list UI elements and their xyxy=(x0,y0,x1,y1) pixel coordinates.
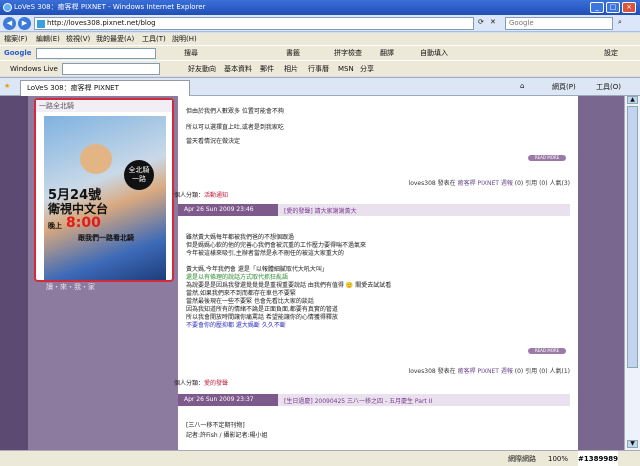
search-input[interactable]: Google xyxy=(505,17,613,30)
promo-image[interactable]: 全北騎 一路 5月24號 衛視中文台 晚上 8:00 跟我們一路看北騎 xyxy=(44,116,166,280)
promo-header: 一路全北騎 xyxy=(36,100,172,112)
watermark: #1389989 xyxy=(578,451,618,466)
promo-time: 8:00 xyxy=(66,215,101,231)
menu-bar: 檔案(F) 編輯(E) 檢視(V) 我的最愛(A) 工具(T) 說明(H) xyxy=(0,33,640,45)
zoom-level[interactable]: 100% xyxy=(548,451,568,466)
google-autofill-button[interactable]: 自動填入 xyxy=(420,46,448,61)
menu-favorites[interactable]: 我的最愛(A) xyxy=(96,33,134,45)
google-logo: Google xyxy=(4,49,32,57)
windows-live-search-input[interactable] xyxy=(62,63,160,75)
page-right-margin xyxy=(578,96,624,450)
google-settings-button[interactable]: 設定 xyxy=(604,46,618,61)
address-bar: ◀ ▶ http://loves308.pixnet.net/blog ⟳ ✕ … xyxy=(0,15,640,32)
post-1: 但由於我們人數眾多 位置可能會不夠 所以可以選擇直上吐,或者是到我家吃 當天看情… xyxy=(178,100,578,188)
post-3: loves308 發表在 癒客桿 PIXNET 週報 (0) 引用 (0) 人氣… xyxy=(174,364,578,450)
wl-friends-button[interactable]: 好友動向 xyxy=(188,61,216,77)
post-2-meta: loves308 發表在 癒客桿 PIXNET 週報 (0) 引用 (0) 人氣… xyxy=(408,368,570,375)
post-1-line: 所以可以選擇直上吐,或者是到我家吃 xyxy=(186,124,284,131)
minimize-button[interactable]: _ xyxy=(590,2,604,13)
search-icon[interactable]: ⌕ xyxy=(618,18,622,27)
maximize-button[interactable]: □ xyxy=(606,2,620,13)
tab-bar: ★ LoVeS 308：癒客桿 PIXNET ⌂ 網頁(P) 工具(O) xyxy=(0,77,640,96)
post-date: Apr 26 Sun 2009 23:37 xyxy=(184,396,254,403)
windows-live-toolbar: Windows Live 好友動向 基本資料 郵件 相片 行事曆 MSN 分享 xyxy=(0,60,640,76)
browser-window: LoVeS 308：癒客桿 PIXNET - Windows Internet … xyxy=(0,0,640,466)
url-field[interactable]: http://loves308.pixnet.net/blog xyxy=(34,17,474,30)
google-bookmarks-button[interactable]: 書籤 xyxy=(286,46,300,61)
wl-share-button[interactable]: 分享 xyxy=(360,61,374,77)
close-button[interactable]: × xyxy=(622,2,636,13)
page-content: 一路全北騎 全北騎 一路 5月24號 衛視中文台 晚上 8:00 跟我們一路看北… xyxy=(0,96,624,450)
wl-profile-button[interactable]: 基本資料 xyxy=(224,61,252,77)
post-1-line: 但由於我們人數眾多 位置可能會不夠 xyxy=(186,108,284,115)
tab-active[interactable]: LoVeS 308：癒客桿 PIXNET xyxy=(20,80,190,96)
wl-photos-button[interactable]: 相片 xyxy=(284,61,298,77)
promo-subtitle: 跟我們一路看北騎 xyxy=(78,234,134,242)
window-title: LoVeS 308：癒客桿 PIXNET - Windows Internet … xyxy=(14,3,206,11)
post-1-line: 當天看情況在做決定 xyxy=(186,138,241,145)
promo-badge: 全北騎 一路 xyxy=(124,160,154,190)
post-2-date-bar: Apr 26 Sun 2009 23:46 [愛的發聲] 請大家謝謝黃大 xyxy=(178,204,570,216)
post-2-line: 不要會你的壓抑都 還大媽斷 久久不斷 xyxy=(186,322,286,329)
post-3-line: 記者:許Fish / 攝影記者:楊小姐 xyxy=(186,432,268,439)
google-spellcheck-button[interactable]: 拼字檢查 xyxy=(334,46,362,61)
tools-menu[interactable]: 工具(O) xyxy=(596,82,621,92)
post-3-date-bar: Apr 26 Sun 2009 23:37 [生日過慶] 20090425 三八… xyxy=(178,394,570,406)
post-3-line: [三八一移不定期刊物] xyxy=(186,422,245,429)
read-more-button[interactable]: READ MORE xyxy=(528,155,566,161)
internet-zone: 網際網路 xyxy=(508,455,536,463)
page-menu[interactable]: 網頁(P) xyxy=(552,82,576,92)
read-more-button[interactable]: READ MORE xyxy=(528,348,566,354)
post-2-line: 今年被這樣來吸引,主辦者當然是永不刪任的被這大家重大的 xyxy=(186,250,344,257)
google-search-input[interactable] xyxy=(36,48,156,59)
wl-msn-button[interactable]: MSN xyxy=(338,61,354,77)
promo-face-graphic xyxy=(80,144,112,174)
stop-icon[interactable]: ✕ xyxy=(490,18,496,26)
home-icon[interactable]: ⌂ xyxy=(520,82,524,90)
google-search-button[interactable]: 搜尋 xyxy=(184,46,198,61)
sidebar-section-title: 讀・來・我・家 xyxy=(46,283,95,291)
post-2-category: 個人分類：活動通知 xyxy=(174,192,229,199)
menu-view[interactable]: 檢視(V) xyxy=(66,33,90,45)
post-title-link[interactable]: [生日過慶] 20090425 三八一移之四 - 五月慶生 Part II xyxy=(284,396,432,405)
google-toolbar: Google 搜尋 書籤 拼字檢查 翻譯 自動填入 設定 xyxy=(0,45,640,60)
vertical-scrollbar[interactable]: ▲ ▼ xyxy=(624,96,640,450)
refresh-icon[interactable]: ⟳ xyxy=(478,18,484,26)
google-translate-button[interactable]: 翻譯 xyxy=(380,46,394,61)
forward-button[interactable]: ▶ xyxy=(18,17,31,30)
post-date: Apr 26 Sun 2009 23:46 xyxy=(184,206,254,213)
menu-tools[interactable]: 工具(T) xyxy=(142,33,166,45)
post-title-link[interactable]: [愛的發聲] 請大家謝謝黃大 xyxy=(284,206,357,215)
back-button[interactable]: ◀ xyxy=(3,17,16,30)
menu-file[interactable]: 檔案(F) xyxy=(4,33,28,45)
scroll-down-icon[interactable]: ▼ xyxy=(627,440,638,448)
page-icon xyxy=(37,20,45,28)
wl-mail-button[interactable]: 郵件 xyxy=(260,61,274,77)
promo-banner[interactable]: 一路全北騎 全北騎 一路 5月24號 衛視中文台 晚上 8:00 跟我們一路看北… xyxy=(34,98,174,282)
title-bar: LoVeS 308：癒客桿 PIXNET - Windows Internet … xyxy=(0,0,640,15)
post-1-meta: loves308 發表在 癒客桿 PIXNET 週報 (0) 引用 (0) 人氣… xyxy=(408,180,570,187)
status-bar: 網際網路 100% #1389989 xyxy=(0,450,640,466)
scroll-up-icon[interactable]: ▲ xyxy=(627,96,638,104)
post-2: 個人分類：活動通知 Apr 26 Sun 2009 23:46 [愛的發聲] 請… xyxy=(174,188,578,358)
ie-icon xyxy=(3,3,12,12)
menu-help[interactable]: 說明(H) xyxy=(172,33,197,45)
promo-time-prefix: 晚上 xyxy=(48,222,62,230)
scrollbar-thumb[interactable] xyxy=(627,106,638,368)
menu-edit[interactable]: 編輯(E) xyxy=(36,33,60,45)
favorites-star-icon[interactable]: ★ xyxy=(4,82,10,90)
wl-calendar-button[interactable]: 行事曆 xyxy=(308,61,329,77)
post-2-category-footer: 個人分類：愛的發聲 xyxy=(174,380,229,387)
windows-live-logo: Windows Live xyxy=(10,65,58,73)
